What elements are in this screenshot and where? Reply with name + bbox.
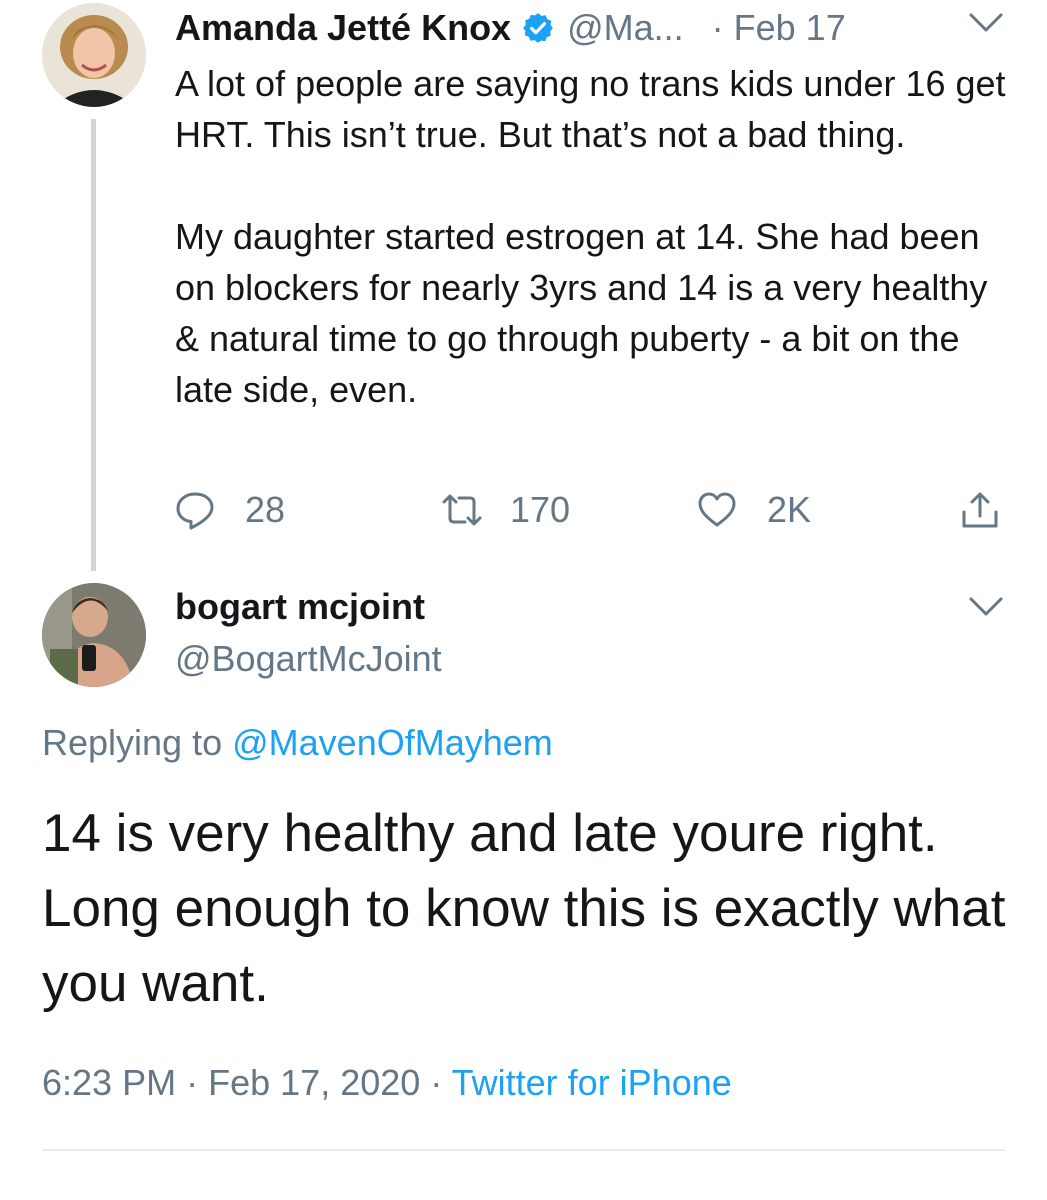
parent-author-avatar[interactable] <box>42 3 146 107</box>
replying-to-link[interactable]: @MavenOfMayhem <box>232 722 553 763</box>
avatar-photo <box>42 583 146 687</box>
retweet-count: 170 <box>510 489 571 530</box>
tweet-client-link[interactable]: Twitter for iPhone <box>452 1062 732 1103</box>
parent-author-handle[interactable]: @Ma... <box>567 7 684 49</box>
chevron-down-icon[interactable] <box>968 596 1004 618</box>
parent-tweet-paragraph: A lot of people are saying no trans kids… <box>175 63 1006 155</box>
retweet-icon <box>442 494 482 526</box>
reply-button[interactable]: 28 <box>175 487 285 533</box>
tweet-date[interactable]: Feb 17, 2020 <box>208 1062 420 1103</box>
share-button[interactable] <box>960 487 1000 533</box>
parent-tweet-date[interactable]: Feb 17 <box>734 7 846 49</box>
reply-author-handle[interactable]: @BogartMcJoint <box>175 638 442 680</box>
share-icon <box>962 492 998 528</box>
parent-tweet-text: A lot of people are saying no trans kids… <box>175 58 1015 415</box>
reply-author-avatar[interactable] <box>42 583 146 687</box>
meta-separator: · <box>186 1062 199 1103</box>
tweet-time[interactable]: 6:23 PM <box>42 1062 176 1103</box>
retweet-button[interactable]: 170 <box>440 487 570 533</box>
like-icon <box>698 492 736 527</box>
reply-tweet-text: 14 is very healthy and late youre right.… <box>42 804 1006 1013</box>
parent-tweet-header: Amanda Jetté Knox @Ma... · Feb 17 <box>175 4 846 52</box>
reply-author-name[interactable]: bogart mcjoint <box>175 586 425 628</box>
replying-to-prefix: Replying to <box>42 722 223 763</box>
chevron-down-icon[interactable] <box>968 12 1004 34</box>
like-count: 2K <box>767 489 812 530</box>
meta-separator: · <box>430 1062 443 1103</box>
reply-count: 28 <box>245 489 286 530</box>
parent-author-name[interactable]: Amanda Jetté Knox <box>175 7 511 49</box>
replying-to-line: Replying to @MavenOfMayhem <box>42 722 553 764</box>
verified-badge-icon <box>523 13 553 43</box>
divider <box>42 1149 1005 1151</box>
avatar-photo <box>42 3 146 107</box>
parent-tweet-paragraph: My daughter started estrogen at 14. She … <box>175 216 988 410</box>
tweet-metadata: 6:23 PM · Feb 17, 2020 · Twitter for iPh… <box>42 1062 732 1104</box>
reply-icon <box>176 492 214 530</box>
header-separator: · <box>711 7 724 48</box>
like-button[interactable]: 2K <box>697 487 811 533</box>
thread-connector-line <box>91 119 96 571</box>
